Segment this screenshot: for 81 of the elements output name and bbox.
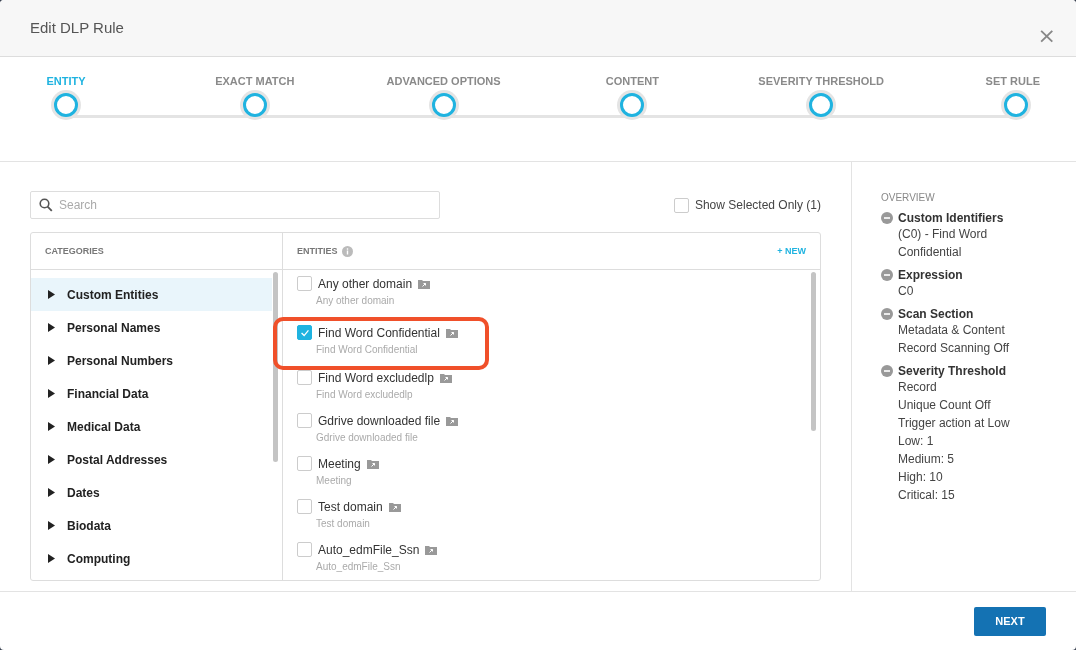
collapse-icon[interactable] — [881, 269, 893, 281]
collapse-icon[interactable] — [881, 308, 893, 320]
category-item[interactable]: Personal Numbers — [31, 344, 272, 377]
overview-heading: OVERVIEW — [881, 192, 936, 203]
checkbox[interactable] — [673, 197, 689, 213]
folder-icon — [366, 458, 379, 469]
entity-description: Auto_edmFile_Ssn — [315, 561, 402, 572]
section-value: Metadata & Content — [897, 322, 1006, 339]
category-item[interactable]: Financial Data — [31, 377, 272, 410]
entity-name: Any other domain — [318, 276, 413, 291]
collapse-icon[interactable] — [881, 212, 893, 224]
category-item[interactable]: Computing — [31, 542, 272, 575]
entity-description: Find Word Confidential — [315, 344, 419, 355]
column-heading: CATEGORIES — [45, 246, 104, 256]
checkbox[interactable] — [297, 499, 312, 514]
section-value: Low: 1 — [897, 433, 935, 450]
category-item[interactable]: Medical Data — [31, 410, 272, 443]
caret-icon — [48, 488, 55, 497]
step-circle[interactable] — [620, 93, 645, 117]
caret-icon — [48, 290, 55, 299]
category-item[interactable]: Postal Addresses — [31, 443, 272, 476]
search-field[interactable]: Search — [30, 191, 440, 219]
next-button[interactable]: NEXT — [974, 606, 1046, 636]
category-item[interactable]: Dates — [31, 476, 272, 509]
folder-icon — [445, 327, 458, 338]
step-circle[interactable] — [809, 93, 834, 117]
section-value: High: 10 — [897, 469, 944, 486]
column-heading: ENTITIES — [297, 246, 338, 256]
info-icon[interactable] — [341, 245, 353, 257]
folder-icon — [418, 278, 431, 289]
section-value: Trigger action at Low — [897, 415, 1011, 432]
checkbox[interactable] — [297, 542, 312, 557]
caret-icon — [48, 422, 55, 431]
entity-name: Test domain — [318, 499, 383, 514]
caret-icon — [48, 356, 55, 365]
section-title: Custom Identifiers — [898, 211, 1004, 225]
section-value: (C0) - Find Word Confidential — [897, 226, 989, 261]
section-title: Expression — [898, 268, 963, 282]
folder-icon — [439, 372, 452, 383]
category-item[interactable]: Biodata — [31, 509, 272, 542]
step-circle[interactable] — [54, 93, 78, 117]
window-title: Edit DLP Rule — [30, 18, 125, 36]
step-circle[interactable] — [431, 93, 456, 117]
caret-icon — [48, 521, 55, 530]
caret-icon — [48, 389, 55, 398]
checkbox[interactable] — [297, 370, 312, 385]
step-circle[interactable] — [242, 93, 267, 117]
caret-icon — [48, 455, 55, 464]
entity-description: Meeting — [315, 475, 353, 486]
checkbox[interactable] — [297, 325, 312, 340]
entity-name: Auto_edmFile_Ssn — [318, 542, 420, 557]
section-value: C0 — [897, 283, 915, 300]
entity-name: Meeting — [318, 456, 361, 471]
step-label[interactable]: EXACT MATCH — [215, 75, 295, 87]
folder-icon — [425, 544, 438, 555]
collapse-icon[interactable] — [881, 365, 893, 377]
caret-icon — [48, 554, 55, 563]
checkbox[interactable] — [297, 276, 312, 291]
entity-name: Gdrive downloaded file — [318, 413, 441, 428]
entity-name: Find Word Confidential — [318, 325, 440, 340]
section-value: Record — [897, 379, 938, 396]
section-value: Medium: 5 — [897, 451, 956, 468]
entity-description: Any other domain — [315, 295, 396, 306]
section-value: Critical: 15 — [897, 487, 956, 504]
checkbox-label: Show Selected Only (1) — [694, 198, 821, 212]
section-title: Severity Threshold — [898, 364, 1007, 378]
category-item[interactable]: Custom Entities — [31, 278, 272, 311]
folder-icon — [388, 501, 401, 512]
caret-icon — [48, 323, 55, 332]
category-item[interactable]: Personal Names — [31, 311, 272, 344]
checkbox[interactable] — [297, 456, 312, 471]
folder-icon — [446, 415, 459, 426]
entity-description: Test domain — [315, 518, 371, 529]
entity-name: Find Word excludedlp — [318, 370, 434, 385]
step-circle[interactable] — [1004, 93, 1028, 117]
checkbox[interactable] — [297, 413, 312, 428]
entity-description: Find Word excludedlp — [315, 389, 414, 400]
section-value: Record Scanning Off — [897, 340, 1011, 357]
section-value: Unique Count Off — [897, 397, 992, 414]
section-title: Scan Section — [898, 307, 974, 321]
entity-description: Gdrive downloaded file — [315, 432, 419, 443]
